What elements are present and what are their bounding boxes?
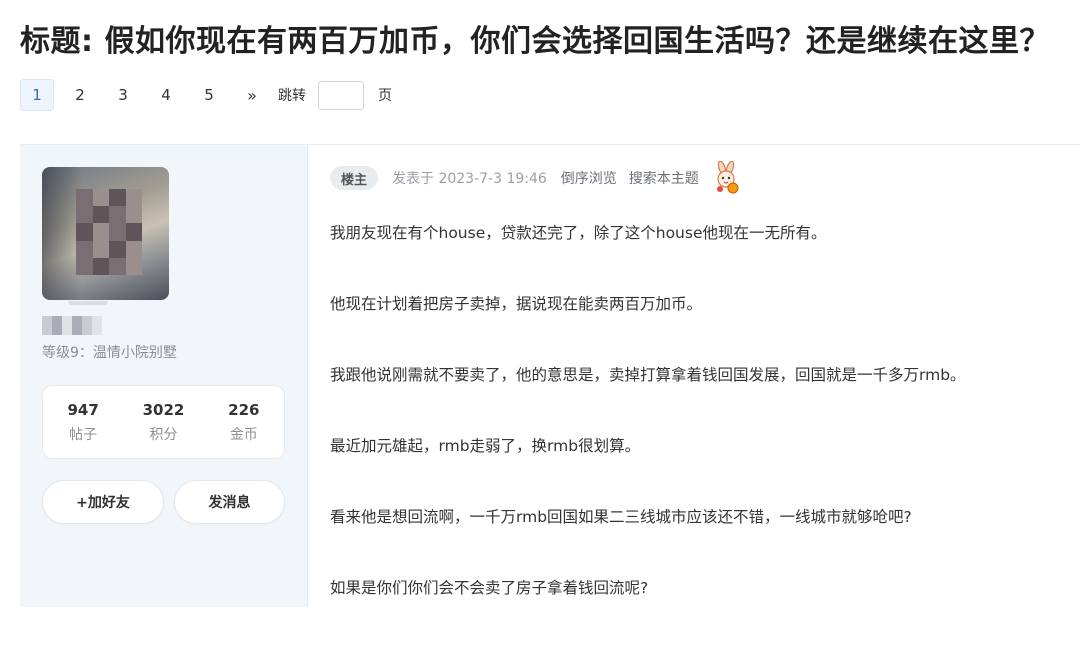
stat-coins-label: 金币 (229, 426, 258, 443)
stat-coins-value: 226 (228, 400, 260, 419)
page-link-3[interactable]: 3 (106, 79, 140, 111)
stat-points[interactable]: 3022 积分 (123, 401, 203, 444)
owner-badge: 楼主 (330, 166, 378, 190)
page-link-2[interactable]: 2 (63, 79, 97, 111)
page-link-5[interactable]: 5 (192, 79, 226, 111)
user-level: 等级9：温情小院别墅 (42, 345, 177, 361)
stat-points-value: 3022 (142, 400, 185, 419)
jump-label: 跳转 (278, 88, 306, 104)
thread-title: 标题: 假如你现在有两百万加币，你们会选择回国生活吗？还是继续在这里？ (20, 24, 1050, 59)
post-meta: 楼主 发表于 2023-7-3 19:46 倒序浏览 搜索本主题 (330, 160, 741, 194)
rabbit-mascot-icon (711, 160, 741, 195)
post-paragraph: 最近加元雄起，rmb走弱了，换rmb很划算。 (330, 437, 641, 455)
post-paragraph: 他现在计划着把房子卖掉，据说现在能卖两百万加币。 (330, 295, 703, 313)
username-blurred[interactable] (42, 316, 102, 335)
avatar[interactable] (42, 167, 169, 300)
post-paragraph: 我跟他说刚需就不要卖了，他的意思是，卖掉打算拿着钱回国发展，回国就是一千多万rm… (330, 366, 966, 384)
pagination: 1 2 3 4 5 » 跳转 页 (20, 79, 392, 111)
author-sidebar: 等级9：温情小院别墅 947 帖子 3022 积分 226 金币 +加好友 发消… (20, 145, 308, 607)
next-page-icon[interactable]: » (235, 79, 269, 111)
search-thread-link[interactable]: 搜索本主题 (629, 168, 699, 188)
post-paragraph: 如果是你们你们会不会卖了房子拿着钱回流呢? (330, 579, 649, 597)
send-message-button[interactable]: 发消息 (174, 480, 285, 524)
stat-posts-label: 帖子 (69, 426, 98, 443)
stat-posts[interactable]: 947 帖子 (43, 401, 123, 444)
add-friend-button[interactable]: +加好友 (42, 480, 164, 524)
post-paragraph: 看来他是想回流啊，一千万rmb回国如果二三线城市应该还不错，一线城市就够呛吧? (330, 508, 912, 526)
post-paragraph: 我朋友现在有个house，贷款还完了，除了这个house他现在一无所有。 (330, 224, 827, 242)
avatar-mosaic (76, 189, 142, 275)
stat-points-label: 积分 (149, 426, 178, 443)
first-post: 等级9：温情小院别墅 947 帖子 3022 积分 226 金币 +加好友 发消… (20, 144, 1080, 607)
avatar-tab (68, 301, 108, 305)
user-stats: 947 帖子 3022 积分 226 金币 (42, 385, 285, 459)
reverse-view-link[interactable]: 倒序浏览 (561, 168, 617, 188)
page-link-1[interactable]: 1 (20, 79, 54, 111)
stat-coins[interactable]: 226 金币 (204, 401, 284, 444)
post-body: 我朋友现在有个house，贷款还完了，除了这个house他现在一无所有。 他现在… (330, 221, 1070, 647)
page-jump-input[interactable] (318, 80, 364, 110)
page-link-4[interactable]: 4 (149, 79, 183, 111)
post-timestamp: 发表于 2023-7-3 19:46 (392, 171, 547, 187)
post-content: 楼主 发表于 2023-7-3 19:46 倒序浏览 搜索本主题 我朋友现在有个… (308, 145, 1080, 607)
page-unit-label: 页 (378, 88, 392, 104)
stat-posts-value: 947 (67, 400, 99, 419)
